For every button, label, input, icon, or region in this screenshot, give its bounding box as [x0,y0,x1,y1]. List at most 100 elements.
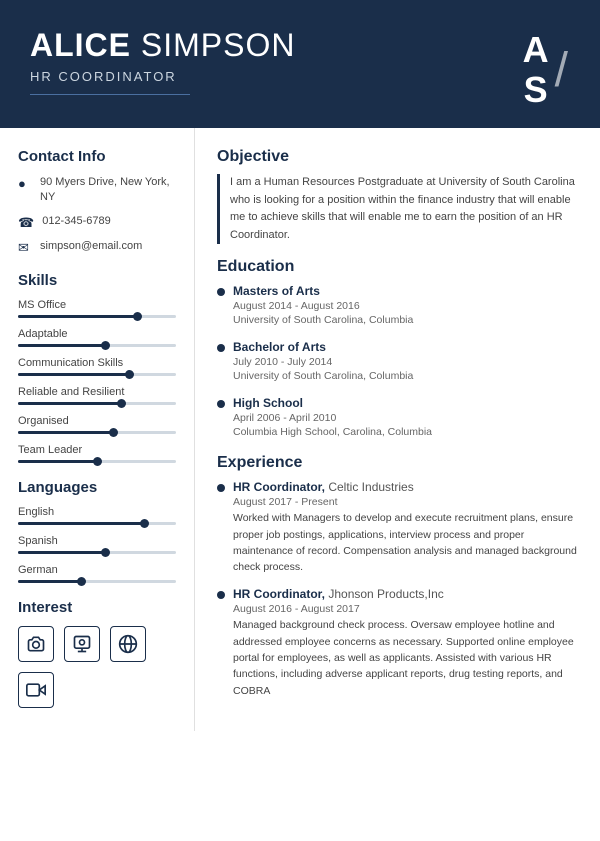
skill-item: Reliable and Resilient [18,386,176,405]
contact-section-title: Contact Info [18,148,176,165]
skill-dot [125,370,134,379]
experience-entry: HR Coordinator, Celtic Industries August… [217,480,580,575]
entry-body: HR Coordinator, Jhonson Products,Inc Aug… [233,587,580,698]
entry-dot [217,484,225,492]
email-icon: ✉ [18,240,32,256]
exp-dates: August 2017 - Present [233,496,580,508]
phone-text: 012-345-6789 [42,214,111,229]
skill-bar [18,373,176,376]
resume-header: ALICE SIMPSON HR COORDINATOR A S / [0,0,600,128]
globe-icon [110,626,146,662]
full-name: ALICE SIMPSON [30,28,295,63]
language-dot [140,519,149,528]
language-item: Spanish [18,535,176,554]
exp-description: Worked with Managers to develop and exec… [233,510,580,575]
entry-body: High School April 2006 - April 2010 Colu… [233,396,432,440]
email-text: simpson@email.com [40,239,142,254]
experience-entry: HR Coordinator, Jhonson Products,Inc Aug… [217,587,580,698]
entry-dot-col [217,480,225,575]
language-bar-fill [18,551,105,554]
language-bar-fill [18,580,81,583]
camera-icon [18,626,54,662]
company-name: Jhonson Products,Inc [328,587,443,601]
education-entry: High School April 2006 - April 2010 Colu… [217,396,580,440]
entry-body: Bachelor of Arts July 2010 - July 2014 U… [233,340,413,384]
skill-name: Adaptable [18,328,176,340]
skill-name: MS Office [18,299,176,311]
skills-list: MS Office Adaptable Communication Skills… [18,299,176,463]
language-dot [77,577,86,586]
skill-item: MS Office [18,299,176,318]
education-list: Masters of Arts August 2014 - August 201… [217,284,580,440]
degree-dates: July 2010 - July 2014 [233,356,413,368]
phone-icon: ☎ [18,215,34,231]
skill-item: Organised [18,415,176,434]
language-item: English [18,506,176,525]
language-dot [101,548,110,557]
degree-institution: University of South Carolina, Columbia [233,370,413,382]
monogram-a: A [523,32,549,68]
skill-bar [18,344,176,347]
language-bar [18,522,176,525]
skill-item: Adaptable [18,328,176,347]
language-bar-fill [18,522,144,525]
skill-dot [133,312,142,321]
skill-dot [101,341,110,350]
skill-bar-fill [18,460,97,463]
entry-body: Masters of Arts August 2014 - August 201… [233,284,413,328]
interest-section-title: Interest [18,599,176,616]
language-bar [18,551,176,554]
phone-item: ☎ 012-345-6789 [18,214,176,231]
language-name: German [18,564,176,576]
skill-name: Team Leader [18,444,176,456]
entry-dot-col [217,396,225,440]
entry-dot [217,288,225,296]
monogram-slash: / [555,43,568,98]
objective-text: I am a Human Resources Postgraduate at U… [217,174,580,244]
address-item: ● 90 Myers Drive, New York, NY [18,175,176,206]
degree-dates: April 2006 - April 2010 [233,412,432,424]
email-item: ✉ simpson@email.com [18,239,176,256]
skill-bar-fill [18,344,105,347]
person-icon [64,626,100,662]
skill-bar-fill [18,373,129,376]
entry-body: HR Coordinator, Celtic Industries August… [233,480,580,575]
languages-section-title: Languages [18,479,176,496]
video-icon [18,672,54,708]
degree-title: Bachelor of Arts [233,340,413,354]
entry-dot [217,591,225,599]
skill-dot [109,428,118,437]
company-name: Celtic Industries [328,480,413,494]
exp-description: Managed background check process. Oversa… [233,617,580,698]
degree-institution: Columbia High School, Carolina, Columbia [233,426,432,438]
address-text: 90 Myers Drive, New York, NY [40,175,176,206]
skills-section-title: Skills [18,272,176,289]
entry-dot [217,400,225,408]
entry-dot-col [217,340,225,384]
skill-name: Organised [18,415,176,427]
header-divider [30,94,190,95]
last-name: SIMPSON [141,27,296,63]
degree-institution: University of South Carolina, Columbia [233,314,413,326]
sidebar: Contact Info ● 90 Myers Drive, New York,… [0,128,195,731]
main-content: Objective I am a Human Resources Postgra… [195,128,600,731]
skill-item: Communication Skills [18,357,176,376]
skill-bar [18,431,176,434]
skill-name: Reliable and Resilient [18,386,176,398]
objective-section-title: Objective [217,148,580,166]
language-item: German [18,564,176,583]
skill-dot [117,399,126,408]
language-name: Spanish [18,535,176,547]
language-name: English [18,506,176,518]
skill-item: Team Leader [18,444,176,463]
education-entry: Bachelor of Arts July 2010 - July 2014 U… [217,340,580,384]
resume-body: Contact Info ● 90 Myers Drive, New York,… [0,128,600,731]
degree-title: Masters of Arts [233,284,413,298]
exp-title: HR Coordinator, Celtic Industries [233,480,580,494]
job-title: HR COORDINATOR [30,69,295,84]
skill-bar [18,402,176,405]
skill-bar-fill [18,315,137,318]
entry-dot-col [217,284,225,328]
header-name-block: ALICE SIMPSON HR COORDINATOR [30,28,295,95]
skill-dot [93,457,102,466]
